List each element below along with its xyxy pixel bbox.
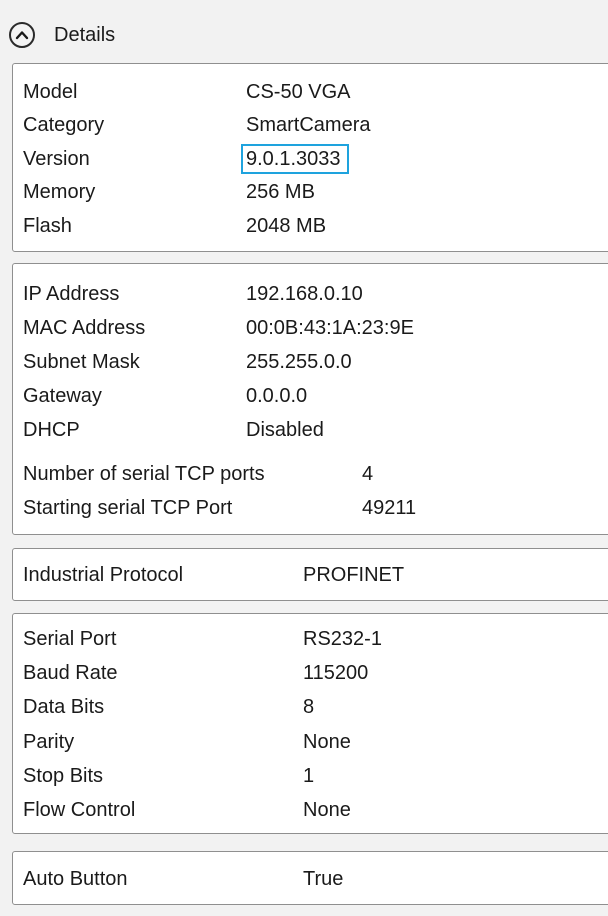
data-bits-label: Data Bits [23,696,105,718]
dhcp-label: DHCP [23,419,80,441]
model-label: Model [23,81,78,103]
network-panel: IP Address 192.168.0.10 MAC Address 00:0… [12,263,608,535]
chevron-up-icon [15,31,29,40]
stop-bits-value: 1 [303,765,315,787]
parity-label: Parity [23,731,75,753]
serial-port-value: RS232-1 [303,628,382,650]
device-info-panel: Model CS-50 VGA Category SmartCamera Ver… [12,63,608,252]
protocol-label: Industrial Protocol [23,564,184,586]
flash-label: Flash [23,215,72,237]
tcp-ports-label: Number of serial TCP ports [23,463,265,485]
version-label: Version [23,148,90,170]
ip-address-label: IP Address [23,283,120,305]
gateway-label: Gateway [23,385,102,407]
auto-button-label: Auto Button [23,868,128,890]
ip-address-value: 192.168.0.10 [246,283,363,305]
start-port-label: Starting serial TCP Port [23,497,233,519]
flow-control-label: Flow Control [23,799,136,821]
category-value: SmartCamera [246,114,371,136]
protocol-value: PROFINET [303,564,405,586]
stop-bits-label: Stop Bits [23,765,104,787]
details-header[interactable]: Details [0,0,608,62]
data-bits-value: 8 [303,696,315,718]
collapse-button[interactable] [9,22,35,48]
auto-button-value: True [303,868,344,890]
subnet-mask-value: 255.255.0.0 [246,351,352,373]
serial-port-label: Serial Port [23,628,117,650]
baud-rate-label: Baud Rate [23,662,118,684]
category-label: Category [23,114,105,136]
mac-address-value: 00:0B:43:1A:23:9E [246,317,414,339]
model-value: CS-50 VGA [246,81,351,103]
memory-label: Memory [23,181,96,203]
details-title: Details [54,24,116,46]
gateway-value: 0.0.0.0 [246,385,308,407]
start-port-value: 49211 [362,497,417,519]
parity-value: None [303,731,351,753]
baud-rate-value: 115200 [303,662,369,684]
mac-address-label: MAC Address [23,317,146,339]
memory-value: 256 MB [246,181,315,203]
serial-panel: Serial Port RS232-1 Baud Rate 115200 Dat… [12,613,608,834]
dhcp-value: Disabled [246,419,324,441]
subnet-mask-label: Subnet Mask [23,351,140,373]
version-value[interactable]: 9.0.1.3033 [241,144,349,174]
auto-button-panel: Auto Button True [12,851,608,905]
flash-value: 2048 MB [246,215,327,237]
protocol-panel: Industrial Protocol PROFINET [12,548,608,601]
flow-control-value: None [303,799,351,821]
tcp-ports-value: 4 [362,463,374,485]
